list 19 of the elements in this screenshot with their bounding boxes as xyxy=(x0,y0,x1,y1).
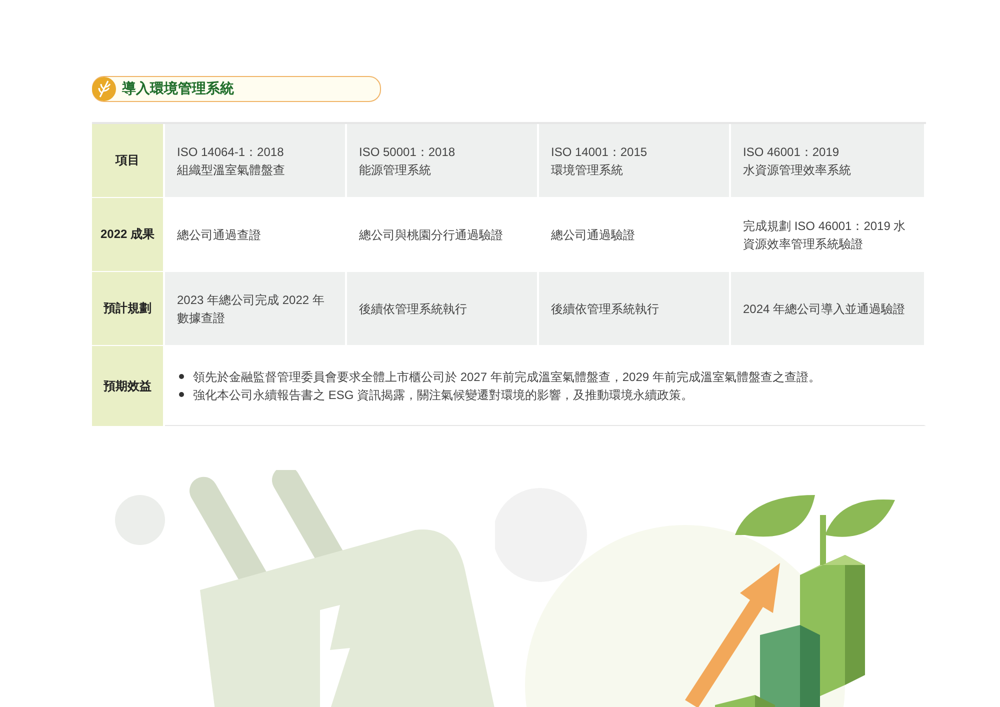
row-header: 2022 成果 xyxy=(92,198,165,271)
table-cell: 後續依管理系統執行 xyxy=(539,272,731,345)
table-cell: 後續依管理系統執行 xyxy=(347,272,539,345)
row-header: 項目 xyxy=(92,124,165,197)
table-cell: ISO 50001：2018 能源管理系統 xyxy=(347,124,539,197)
short-block-drawing xyxy=(715,695,775,707)
bullet-icon xyxy=(179,374,184,379)
section-title: 導入環境管理系統 xyxy=(122,80,234,98)
table-cell: ISO 14064-1：2018 組織型溫室氣體盤查 xyxy=(165,124,347,197)
table-cell: ISO 46001：2019 水資源管理效率系統 xyxy=(731,124,926,197)
table-cell: ISO 14001：2015 環境管理系統 xyxy=(539,124,731,197)
bullet-text: 強化本公司永續報告書之 ESG 資訊揭露，關注氣候變遷對環境的影響，及推動環境永續政策。 xyxy=(193,386,694,404)
table-cell: 2024 年總公司導入並通過驗證 xyxy=(731,272,926,345)
wheat-icon xyxy=(92,77,116,101)
bullet-text: 領先於金融監督管理委員會要求全體上市櫃公司於 2027 年前完成溫室氣體盤查，2029 年前完成溫室氣體盤查之查證。 xyxy=(193,368,820,386)
row-header: 預計規劃 xyxy=(92,272,165,345)
table-cell: 2023 年總公司完成 2022 年數據查證 xyxy=(165,272,347,345)
row-header: 預期效益 xyxy=(92,346,165,426)
bullet-icon xyxy=(179,392,184,397)
